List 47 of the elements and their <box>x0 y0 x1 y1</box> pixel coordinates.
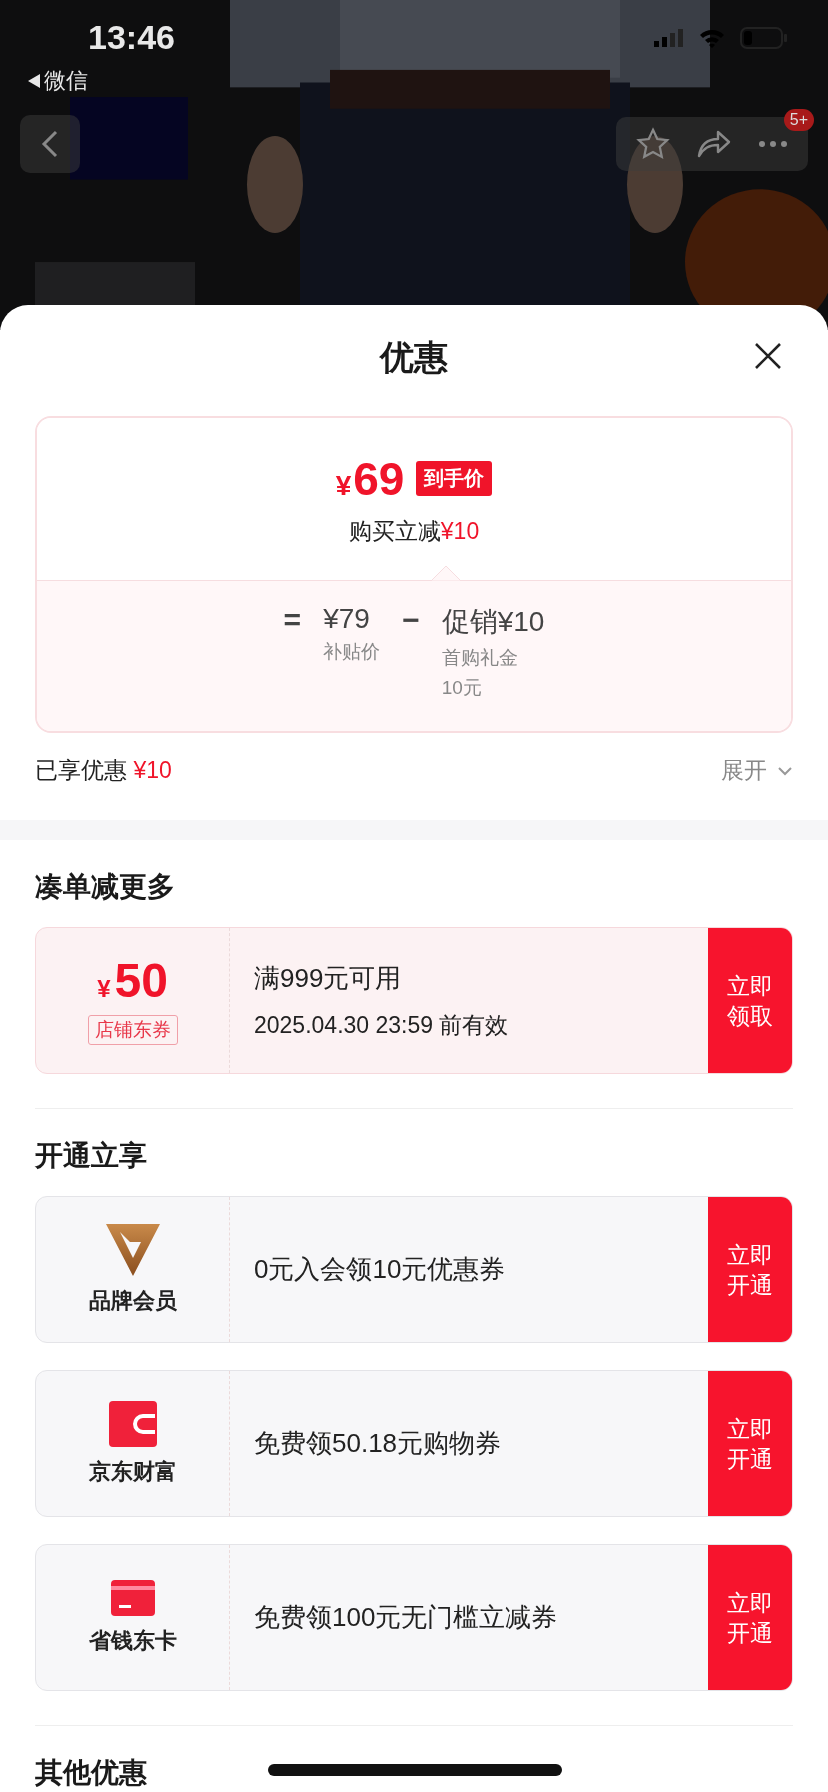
chevron-left-icon <box>40 129 60 159</box>
offer-validity: 2025.04.30 23:59 前有效 <box>254 1010 510 1040</box>
expand-button[interactable]: 展开 <box>721 755 793 786</box>
bank-card-icon <box>110 1579 155 1616</box>
action-button[interactable]: 立即开通 <box>708 1371 792 1516</box>
program-name: 京东财富 <box>88 1457 177 1486</box>
offer-title: 免费领50.18元购物券 <box>254 1427 503 1460</box>
action-button[interactable]: 立即开通 <box>708 1197 792 1342</box>
promo-price: 促销¥10 <box>441 605 545 639</box>
subsidy-price: ¥79 <box>323 603 371 635</box>
promo-label: 首购礼金 <box>441 646 519 670</box>
price-tag: 到手价 <box>416 461 493 496</box>
program-name: 品牌会员 <box>88 1286 177 1315</box>
wallet-icon <box>108 1400 157 1447</box>
offer-title: 免费领100元无门槛立减券 <box>254 1601 559 1634</box>
clock: 13:46 <box>88 18 175 57</box>
subsidy-label: 补贴价 <box>323 640 381 664</box>
offer-title: 满999元可用 <box>254 961 403 995</box>
promo-note: 10元 <box>441 676 483 700</box>
more-icon[interactable] <box>758 140 788 148</box>
section-title: 凑单减更多 <box>35 870 175 904</box>
action-button[interactable]: 立即开通 <box>708 1545 792 1690</box>
signal-icon <box>654 28 684 47</box>
minus-sign: − <box>402 603 420 637</box>
chevron-down-icon <box>777 765 793 776</box>
final-price: ¥69 <box>335 451 405 506</box>
coupon-amount: ¥50 <box>97 956 168 1005</box>
action-button[interactable]: 立即领取 <box>708 928 792 1073</box>
equals-sign: = <box>283 603 302 637</box>
section-title: 其他优惠 <box>35 1756 147 1790</box>
v-logo-icon <box>105 1223 160 1276</box>
enjoyed-discount: 已享优惠 ¥10 <box>35 756 172 785</box>
reduction-text: 购买立减¥10 <box>348 516 480 546</box>
back-to-app-link[interactable]: 微信 <box>44 66 88 96</box>
sheet-title: 优惠 <box>380 336 448 378</box>
wifi-icon <box>698 27 726 48</box>
share-icon[interactable] <box>696 129 732 159</box>
star-icon[interactable] <box>636 127 670 161</box>
back-triangle-icon <box>28 74 40 88</box>
offer-title: 0元入会领10元优惠券 <box>254 1253 507 1286</box>
notification-badge: 5+ <box>783 109 814 131</box>
section-title: 开通立享 <box>35 1139 147 1173</box>
coupon-tag: 店铺东券 <box>87 1014 178 1045</box>
program-name: 省钱东卡 <box>88 1626 177 1655</box>
close-button[interactable] <box>754 342 782 370</box>
battery-icon <box>740 25 788 50</box>
back-button[interactable] <box>20 115 80 173</box>
